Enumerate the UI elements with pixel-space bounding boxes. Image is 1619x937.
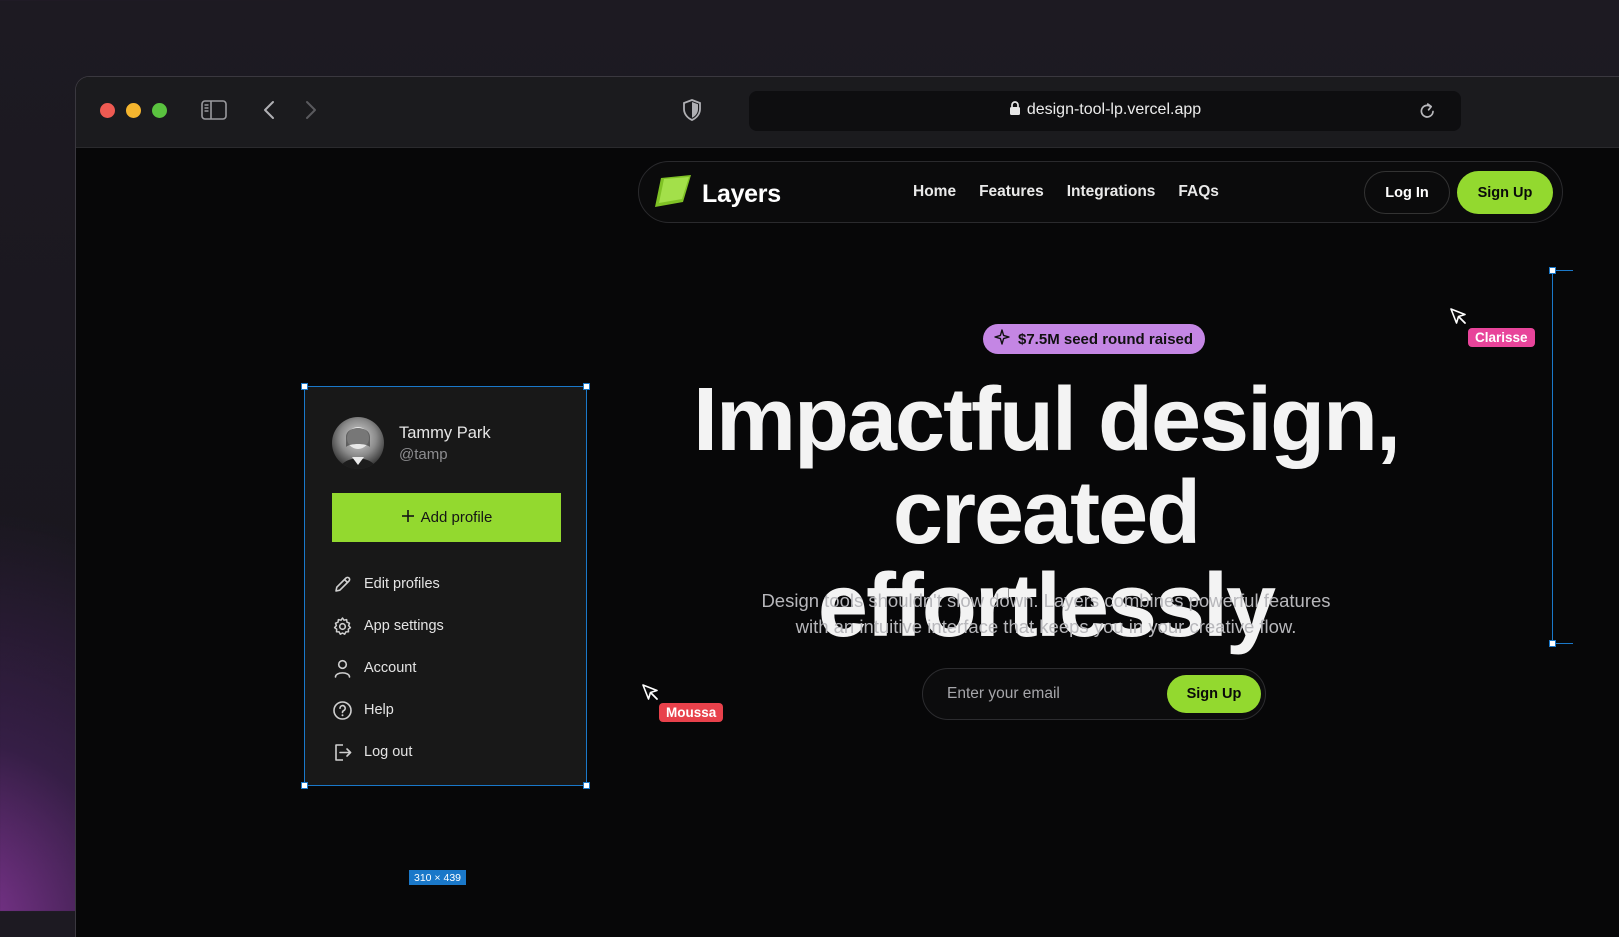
profile-name: Tammy Park <box>399 423 491 442</box>
hero-signup-button[interactable]: Sign Up <box>1167 675 1261 713</box>
menu-item-account[interactable]: Account <box>332 647 561 689</box>
resize-handle-top-left[interactable] <box>301 383 308 390</box>
page-content: Layers Home Features Integrations FAQs L… <box>76 148 1619 937</box>
profile-menu: Edit profiles App settings Account Help … <box>332 563 561 773</box>
nav-link-faqs[interactable]: FAQs <box>1178 183 1218 201</box>
add-profile-button[interactable]: Add profile <box>332 493 561 542</box>
nav-link-home[interactable]: Home <box>913 183 956 201</box>
forward-arrow-icon[interactable] <box>302 99 320 121</box>
email-signup-form: Sign Up <box>922 668 1266 720</box>
menu-item-edit-profiles[interactable]: Edit profiles <box>332 563 561 605</box>
hero-title-line-1: Impactful design, <box>692 370 1401 470</box>
nav-link-integrations[interactable]: Integrations <box>1067 183 1156 201</box>
logout-icon <box>335 743 352 761</box>
login-button[interactable]: Log In <box>1364 171 1450 214</box>
cursor-arrow-icon <box>1450 308 1467 330</box>
maximize-window-button[interactable] <box>152 103 167 118</box>
menu-item-log-out[interactable]: Log out <box>332 731 561 773</box>
selection-dimensions-label: 310 × 439 <box>409 870 467 885</box>
sparkle-icon <box>994 329 1010 349</box>
email-input[interactable] <box>945 684 1149 704</box>
menu-item-label: Help <box>364 702 394 718</box>
gear-icon <box>333 616 352 635</box>
resize-handle-top-right[interactable] <box>583 383 590 390</box>
collaborator-cursor-clarisse: Clarisse <box>1450 308 1535 347</box>
menu-item-label: App settings <box>364 618 444 634</box>
cursor-name-tag: Moussa <box>659 703 724 722</box>
nav-link-features[interactable]: Features <box>979 183 1044 201</box>
resize-handle-bottom[interactable] <box>1549 640 1556 647</box>
funding-badge-text: $7.5M seed round raised <box>1018 330 1194 348</box>
minimize-window-button[interactable] <box>126 103 141 118</box>
pencil-icon <box>335 576 351 592</box>
address-bar[interactable]: design-tool-lp.vercel.app <box>749 91 1461 131</box>
cursor-arrow-icon <box>642 684 659 706</box>
nav-signup-button[interactable]: Sign Up <box>1457 171 1553 214</box>
profile-header: Tammy Park @tamp <box>332 417 491 469</box>
selection-frame-right[interactable] <box>1549 267 1573 647</box>
add-profile-label: Add profile <box>420 509 493 526</box>
user-icon <box>334 659 351 678</box>
brand[interactable]: Layers <box>653 174 781 215</box>
site-navbar: Layers Home Features Integrations FAQs L… <box>638 161 1563 223</box>
menu-item-label: Log out <box>364 744 413 760</box>
resize-handle-bottom-right[interactable] <box>583 782 590 789</box>
browser-toolbar: design-tool-lp.vercel.app <box>76 77 1619 148</box>
menu-item-help[interactable]: Help <box>332 689 561 731</box>
cursor-name-tag: Clarisse <box>1468 328 1535 347</box>
hero-subtitle: Design tools shouldn't slow down. Layers… <box>761 590 1331 637</box>
close-window-button[interactable] <box>100 103 115 118</box>
funding-badge[interactable]: $7.5M seed round raised <box>983 324 1206 354</box>
resize-handle-bottom-left[interactable] <box>301 782 308 789</box>
sidebar-toggle-icon[interactable] <box>200 99 228 121</box>
plus-icon <box>401 509 415 527</box>
brand-name: Layers <box>702 180 781 208</box>
help-icon <box>333 700 352 720</box>
browser-window: design-tool-lp.vercel.app Layers Home Fe… <box>75 76 1619 937</box>
avatar <box>332 417 384 469</box>
menu-item-label: Account <box>364 660 417 676</box>
url-display[interactable]: design-tool-lp.vercel.app <box>749 101 1461 121</box>
nav-links: Home Features Integrations FAQs <box>913 183 1219 201</box>
url-text: design-tool-lp.vercel.app <box>1026 101 1202 118</box>
layers-logo-icon <box>653 174 693 215</box>
resize-handle-top[interactable] <box>1549 267 1556 274</box>
reload-icon[interactable] <box>1417 101 1437 121</box>
collaborator-cursor-moussa: Moussa <box>642 684 724 722</box>
back-arrow-icon[interactable] <box>260 99 278 121</box>
shield-icon[interactable] <box>681 98 703 122</box>
menu-item-app-settings[interactable]: App settings <box>332 605 561 647</box>
profile-menu-panel[interactable]: Tammy Park @tamp Add profile Edit profil… <box>301 383 590 789</box>
profile-handle: @tamp <box>399 445 448 463</box>
lock-icon <box>1009 101 1021 121</box>
menu-item-label: Edit profiles <box>364 576 440 592</box>
